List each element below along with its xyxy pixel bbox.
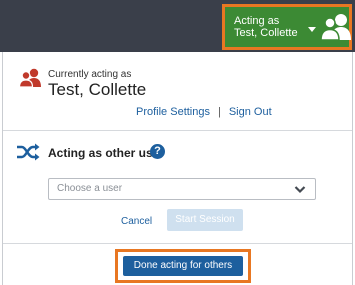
choose-user-select[interactable]: Choose a user: [48, 178, 316, 200]
profile-settings-link[interactable]: Profile Settings: [136, 106, 210, 118]
account-links: Profile Settings | Sign Out: [136, 106, 272, 118]
act-as-other-heading: Acting as other user: [48, 146, 165, 160]
link-separator: |: [217, 106, 221, 118]
users-icon: [19, 68, 41, 88]
done-acting-highlight: Done acting for others: [115, 249, 251, 283]
acting-as-label: Acting as Test, Collette: [234, 15, 298, 39]
sign-out-link[interactable]: Sign Out: [229, 106, 272, 118]
section-divider: [3, 130, 352, 131]
footer-divider: [3, 243, 352, 244]
chevron-down-icon: [294, 186, 306, 194]
start-session-button[interactable]: Start Session: [167, 209, 243, 231]
caret-down-icon: [308, 27, 316, 32]
choose-user-placeholder: Choose a user: [57, 183, 123, 194]
current-user-name: Test, Collette: [48, 80, 147, 99]
cancel-button[interactable]: Cancel: [121, 216, 152, 227]
users-icon: [321, 14, 351, 41]
acting-as-menu-button[interactable]: Acting as Test, Collette: [222, 4, 352, 50]
acting-as-user-name: Test, Collette: [234, 27, 298, 39]
top-bar: Acting as Test, Collette: [0, 0, 355, 52]
help-icon[interactable]: ?: [150, 144, 165, 159]
shuffle-icon: [17, 143, 40, 161]
acting-as-line1: Acting as: [234, 15, 280, 27]
currently-acting-label: Currently acting as: [48, 69, 132, 80]
done-acting-button[interactable]: Done acting for others: [123, 256, 243, 276]
